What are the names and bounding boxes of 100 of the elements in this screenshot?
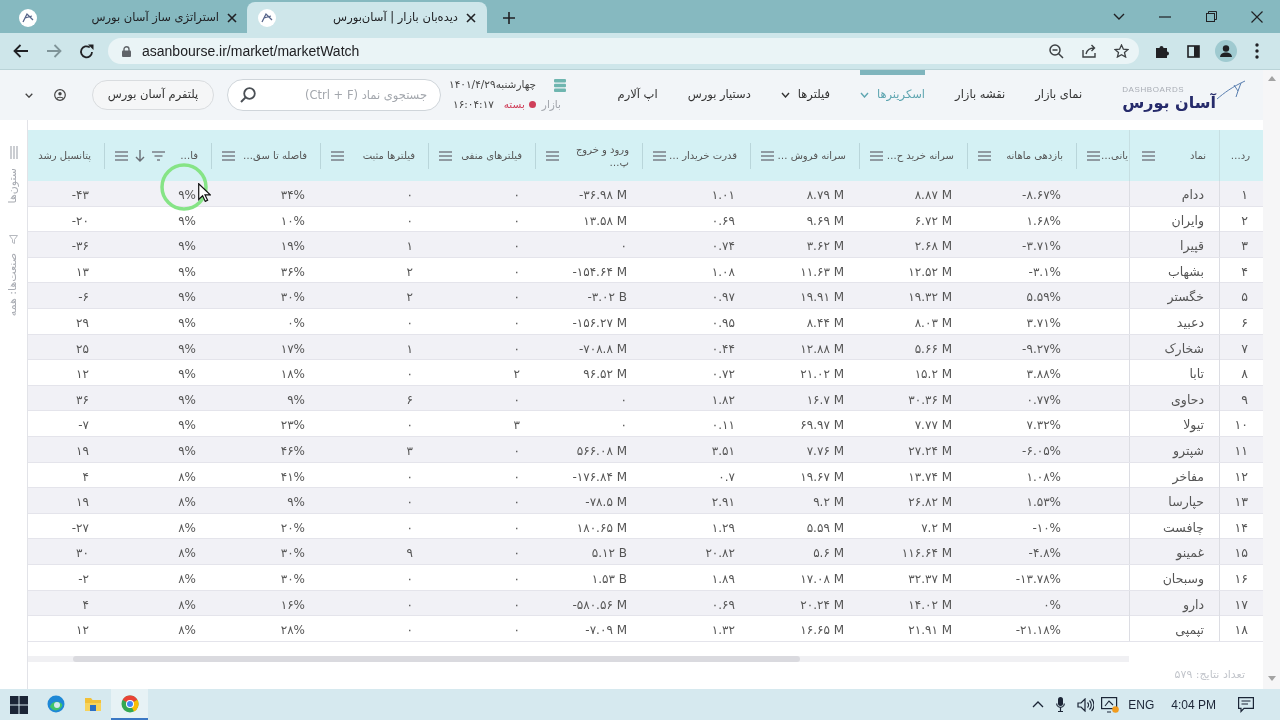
table-cell: ۹% [287, 495, 305, 510]
table-cell: ۱۹ [76, 443, 89, 458]
close-icon[interactable] [1251, 10, 1263, 23]
back-arrow-icon[interactable] [13, 44, 29, 58]
column-header[interactable]: فا… [104, 130, 211, 181]
table-cell: ۲ [1241, 212, 1248, 228]
table-cell: ۰ [620, 418, 627, 433]
table-cell: -۷ [78, 418, 89, 433]
funnel-icon [9, 235, 18, 245]
chevron-up-icon[interactable] [1032, 701, 1045, 708]
clock-text[interactable]: 4:04 PM [1171, 695, 1216, 714]
table-cell: ۱.۶۸% [1026, 213, 1061, 228]
address-field[interactable]: asanbourse.ir/market/marketWatch [108, 38, 1139, 64]
table-cell: قپیرا [1180, 238, 1204, 254]
column-header[interactable]: قدرت خریدار … [642, 130, 750, 181]
table-cell: ۴ [1241, 263, 1248, 279]
notification-icon[interactable] [1238, 696, 1254, 713]
share-icon[interactable] [1082, 44, 1097, 58]
table-cell: ۱۲.۸۸ M [800, 341, 844, 356]
table-cell: ۶ [1241, 314, 1248, 330]
column-header[interactable]: فیلترهای منفی [428, 130, 535, 181]
table-cell: -۴.۸% [1028, 546, 1061, 561]
horizontal-scrollbar[interactable] [28, 655, 1129, 662]
table-cell: ۲۰% [280, 520, 305, 535]
table-cell: ۱۰ [1234, 417, 1248, 433]
table-cell: ۶ [406, 392, 413, 407]
table-cell: ۰.۶۹ [711, 597, 735, 612]
microphone-icon[interactable] [1056, 697, 1066, 712]
scrollbar-thumb[interactable] [73, 655, 800, 662]
speaker-icon[interactable] [1077, 697, 1095, 712]
language-indicator[interactable]: ENG [1128, 695, 1155, 714]
reload-icon[interactable] [79, 43, 94, 59]
column-header[interactable]: بازدهی ماهانه [967, 130, 1076, 181]
table-cell: ۱.۵۳ B [591, 571, 627, 586]
chevron-down-icon[interactable] [1113, 13, 1125, 20]
column-header[interactable]: پتانسیل رشد [28, 130, 104, 181]
side-panel-icon[interactable] [1187, 44, 1200, 58]
table-cell: ۰.۹۵ [711, 315, 735, 330]
puzzle-icon[interactable] [1155, 44, 1169, 58]
start-grid-icon[interactable] [9, 695, 28, 714]
column-header[interactable]: یانی… [1076, 130, 1129, 181]
taskbar-button[interactable] [111, 689, 148, 720]
plus-icon[interactable] [503, 11, 515, 24]
close-icon[interactable] [466, 12, 476, 23]
table-cell: -۱۷۶.۸۴ M [572, 469, 627, 484]
nav-item[interactable]: دستیار بورس [687, 70, 751, 120]
platform-button[interactable]: پلتفرم آسان بورس [92, 80, 214, 110]
nav-item[interactable]: اپ آلارم [617, 70, 658, 120]
zoom-out-icon[interactable] [1049, 43, 1064, 59]
table-cell: -۱۵۶.۲۷ M [572, 315, 627, 330]
star-icon[interactable] [1114, 44, 1129, 58]
profile-avatar-icon[interactable] [1215, 40, 1237, 62]
table-cell: -۹.۲۷% [1022, 341, 1061, 356]
table-cell: ۸% [178, 597, 196, 612]
table-cell: ۲۰.۸۲ [705, 546, 735, 561]
table-cell: ۳۰% [280, 290, 305, 305]
table-cell: ۱ [406, 341, 413, 356]
table-cell: ۱۵.۲ M [914, 367, 952, 382]
table-cell: ۱.۰۱ [711, 188, 735, 202]
column-header[interactable]: فیلترها مثبت [320, 130, 428, 181]
kebab-menu-icon[interactable] [1255, 43, 1259, 59]
table-cell: ۲۵ [76, 341, 89, 356]
browser-tab[interactable]: استراتژی ساز آسان بورس [0, 2, 247, 33]
table-cell: ۱.۳۲ [711, 623, 735, 638]
table-cell: ۰ [406, 495, 413, 510]
table-cell: ۱۱۶.۶۴ M [901, 546, 952, 561]
table-cell: ۱۹ [76, 495, 89, 510]
nav-item[interactable]: نقشه بازار [955, 70, 1006, 120]
column-header[interactable]: فاصله تا سق… [211, 130, 320, 181]
table-cell: ۳.۵۱ [711, 443, 735, 458]
minimize-icon[interactable] [1159, 15, 1171, 18]
table-cell: ۹% [178, 213, 196, 228]
table-cell: ۲۶.۸۲ M [908, 495, 952, 510]
table-cell: ۰.۱۱ [711, 418, 735, 433]
table-cell: ۰ [513, 546, 520, 561]
search-field[interactable]: جستجوی نماد (Ctrl + F) [227, 79, 441, 111]
arrow-down-icon[interactable] [135, 149, 145, 162]
table-cell: ۱ [1241, 187, 1248, 202]
table-cell: ۰ [406, 213, 413, 228]
table-cell: ۰.۴۴ [711, 341, 735, 356]
table-cell: ۹% [178, 418, 196, 433]
monitor-icon[interactable] [1101, 696, 1120, 713]
nav-item[interactable]: نمای بازار [1035, 70, 1083, 120]
table-cell: ۹% [178, 290, 196, 305]
table-cell: -۲۱.۱۸% [1015, 623, 1061, 638]
browser-tab[interactable]: دیده‌بان بازار | آسان‌بورس [247, 2, 487, 33]
close-icon[interactable] [227, 12, 237, 23]
table-cell: ۰ [513, 623, 520, 638]
table-cell: ۱۳ [1234, 494, 1248, 510]
column-header[interactable]: ورود و خروج پ… [535, 130, 642, 181]
column-header[interactable]: سرانه فروش … [750, 130, 859, 181]
column-header[interactable]: سرانه خرید ح… [859, 130, 967, 181]
chevron-down-icon[interactable] [25, 92, 33, 98]
restore-icon[interactable] [1205, 11, 1217, 22]
table-cell: ۱۳ [76, 264, 89, 279]
table-cell: دحاوی [1171, 391, 1204, 407]
table-cell: ۳۰% [280, 571, 305, 586]
table-cell: -۳.۱% [1028, 264, 1061, 279]
nav-item[interactable]: فیلترها [780, 70, 830, 120]
user-circle-icon[interactable] [54, 89, 66, 101]
